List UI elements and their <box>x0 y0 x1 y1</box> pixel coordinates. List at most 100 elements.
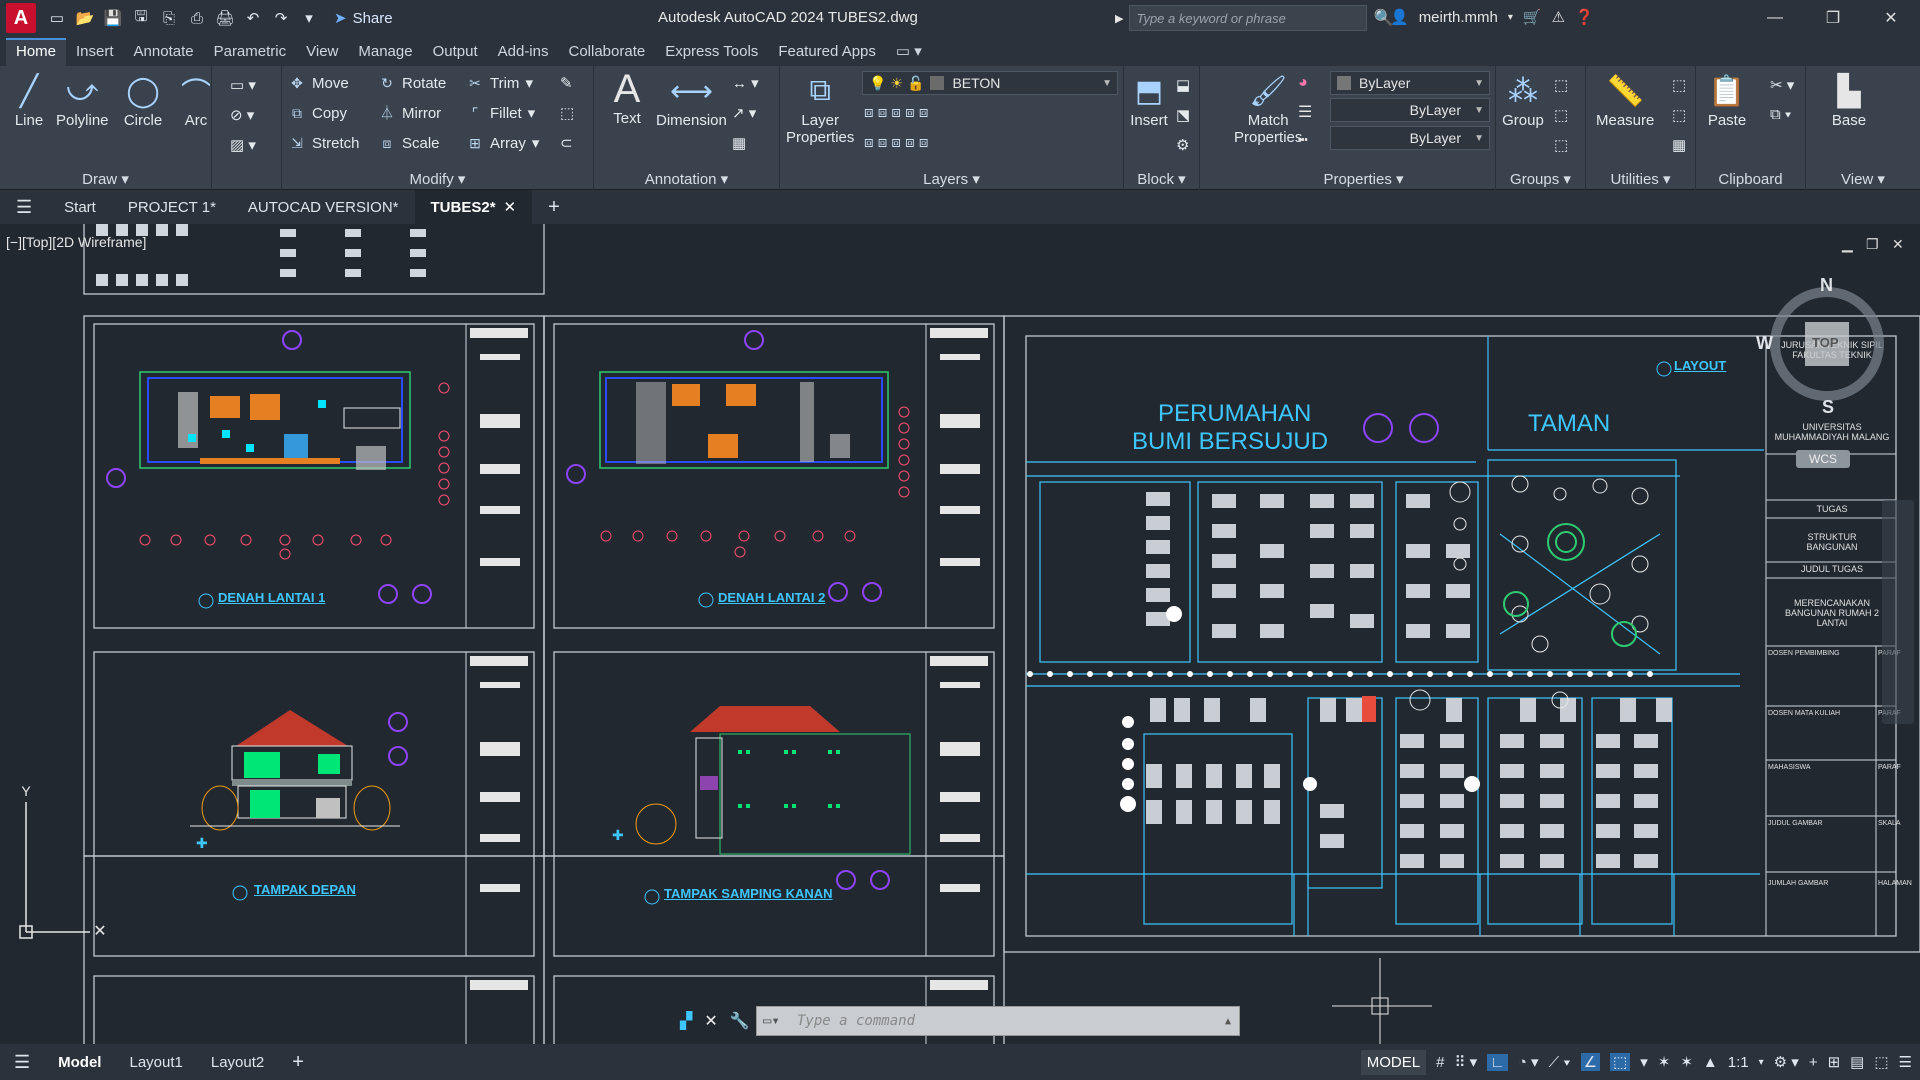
workspace-gear-icon[interactable]: ⚙ ▾ <box>1774 1053 1799 1071</box>
quick-properties-icon[interactable]: ▤ <box>1850 1053 1864 1071</box>
linear-dim-icon[interactable]: ↔ ▾ <box>732 74 759 92</box>
doc-tab-start[interactable]: Start <box>48 190 112 224</box>
isodraft-icon[interactable]: ⟋ ▾ <box>1549 1054 1571 1071</box>
base-button[interactable]: ▙ Base <box>1828 70 1870 130</box>
fillet-button[interactable]: ⌜ Fillet ▾ <box>466 104 535 123</box>
ribbon-tab-home[interactable]: Home <box>6 38 67 66</box>
clean-screen-icon[interactable]: ⬚ <box>1874 1053 1888 1071</box>
color-dropdown[interactable]: ByLayer ▼ <box>1330 71 1490 95</box>
group-button[interactable]: ⁂ Group <box>1502 70 1544 130</box>
create-block-icon[interactable]: ⬓ <box>1176 76 1190 94</box>
ribbon-tab-manage[interactable]: Manage <box>348 38 422 66</box>
stretch-button[interactable]: ⇲ Stretch <box>288 134 359 152</box>
new-file-icon[interactable]: ▭ <box>46 7 68 29</box>
ribbon-tab-featured-apps[interactable]: Featured Apps <box>768 38 886 66</box>
explode-icon[interactable]: ⬚ <box>560 104 574 122</box>
user-name[interactable]: meirth.mmh <box>1419 9 1498 26</box>
snap-icon[interactable]: ⠿ ▾ <box>1454 1053 1477 1071</box>
arc-button[interactable]: ⌒ Arc <box>180 70 212 129</box>
copy-clip-icon[interactable]: ⧉ ▾ <box>1770 106 1791 123</box>
utilities-panel-label[interactable]: Utilities ▾ <box>1586 170 1695 188</box>
tab-layout2[interactable]: Layout2 <box>197 1044 278 1080</box>
annotation-visibility-icon[interactable]: ✶ <box>1658 1053 1671 1071</box>
cube-face-top[interactable]: TOP <box>1812 335 1839 350</box>
ortho-icon[interactable]: ∟ <box>1487 1053 1508 1071</box>
close-tab-icon[interactable]: ✕ <box>504 198 517 216</box>
new-tab-icon[interactable]: + <box>532 190 576 224</box>
app-menu-button[interactable]: A <box>6 3 36 33</box>
cart-icon[interactable]: 🛒 <box>1523 8 1542 26</box>
command-expand-icon[interactable]: ▲ <box>1225 1016 1231 1027</box>
dimension-button[interactable]: ⟷ Dimension <box>656 70 727 130</box>
tab-model[interactable]: Model <box>44 1044 115 1080</box>
trim-button[interactable]: ✂ Trim ▾ <box>466 74 533 93</box>
leader-icon[interactable]: ↗ ▾ <box>732 104 756 122</box>
match-properties-button[interactable]: 🖌 Match Properties <box>1234 70 1302 147</box>
command-history-icon[interactable]: ▭▾ <box>763 1013 780 1029</box>
ribbon-tab-insert[interactable]: Insert <box>66 38 124 66</box>
open-web-icon[interactable]: ⎘ <box>158 7 180 29</box>
user-menu-chevron-icon[interactable]: ▾ <box>1508 12 1513 23</box>
minimize-icon[interactable]: — <box>1746 0 1804 36</box>
units-icon[interactable]: ⊞ <box>1828 1053 1841 1071</box>
linetype-dropdown[interactable]: ByLayer ▼ <box>1330 126 1490 150</box>
navigation-bar[interactable] <box>1882 500 1914 724</box>
annotation-scale-value[interactable]: 1:1 <box>1728 1054 1749 1071</box>
doc-tab-autocad-version[interactable]: AUTOCAD VERSION* <box>232 190 415 224</box>
customize-qat-icon[interactable]: ▾ <box>298 7 320 29</box>
lineweight-toggle-icon[interactable]: ▾ <box>1640 1053 1648 1071</box>
object-snap-tracking-icon[interactable]: ∠ <box>1580 1053 1601 1071</box>
chevron-down-icon[interactable]: ▾ <box>1759 1057 1764 1068</box>
properties-panel-label[interactable]: Properties ▾ <box>1232 170 1495 188</box>
insert-button[interactable]: ⬒ Insert <box>1128 70 1170 130</box>
edit-block-icon[interactable]: ⬔ <box>1176 106 1190 124</box>
quick-select-icon[interactable]: ⬚ <box>1672 76 1686 94</box>
clipboard-panel-label[interactable]: Clipboard <box>1696 171 1805 188</box>
copy-button[interactable]: ⧉ Copy <box>288 104 347 122</box>
save-icon[interactable]: 💾 <box>102 7 124 29</box>
grid-icon[interactable]: # <box>1436 1054 1444 1071</box>
ribbon-tab-express-tools[interactable]: Express Tools <box>655 38 768 66</box>
erase-icon[interactable]: ✎ <box>560 74 573 92</box>
save-as-icon[interactable]: 🖫 <box>130 7 152 29</box>
view-panel-label[interactable]: View ▾ <box>1806 170 1920 188</box>
add-icon[interactable]: + <box>1809 1054 1818 1071</box>
save-web-icon[interactable]: ⎙ <box>186 7 208 29</box>
auto-scale-icon[interactable]: ✶ <box>1680 1053 1693 1071</box>
search-input[interactable]: Type a keyword or phrase <box>1129 5 1368 31</box>
hatch-icon[interactable]: ⊘ ▾ <box>230 106 254 124</box>
help-icon[interactable]: ❓ <box>1575 8 1594 26</box>
block-panel-label[interactable]: Block ▾ <box>1124 170 1199 188</box>
ribbon-overflow-icon[interactable]: ▭ ▾ <box>886 38 932 66</box>
line-button[interactable]: ╱ Line <box>8 70 50 130</box>
annotation-scale-icon[interactable]: ▲ <box>1703 1054 1718 1071</box>
open-folder-icon[interactable]: 📂 <box>74 7 96 29</box>
group-select-icon[interactable]: ⬚ <box>1554 136 1568 154</box>
add-layout-icon[interactable]: + <box>278 1044 318 1080</box>
draw-panel-label[interactable]: Draw ▾ <box>0 170 211 188</box>
command-input[interactable]: ▭▾ Type a command ▲ <box>756 1006 1240 1036</box>
block-attr-icon[interactable]: ⚙ <box>1176 136 1189 154</box>
object-snap-icon[interactable]: ⬚ <box>1610 1053 1631 1071</box>
groups-panel-label[interactable]: Groups ▾ <box>1496 170 1585 188</box>
customization-icon[interactable]: ☰ <box>1899 1053 1912 1071</box>
measure-button[interactable]: 📏 Measure <box>1596 70 1654 130</box>
ribbon-tab-view[interactable]: View <box>296 38 348 66</box>
compass-west[interactable]: W <box>1756 333 1773 354</box>
tab-layout1[interactable]: Layout1 <box>115 1044 196 1080</box>
cut-icon[interactable]: ✂ ▾ <box>1770 76 1794 94</box>
close-command-icon[interactable]: ✕ <box>704 1011 717 1031</box>
modify-panel-label[interactable]: Modify ▾ <box>282 170 593 188</box>
ribbon-tab-annotate[interactable]: Annotate <box>124 38 204 66</box>
annotation-panel-label[interactable]: Annotation ▾ <box>594 170 779 188</box>
lineweight-dropdown[interactable]: ByLayer ▼ <box>1330 98 1490 122</box>
command-grip-icon[interactable]: ▞ <box>680 1011 692 1031</box>
ribbon-tab-add-ins[interactable]: Add-ins <box>488 38 559 66</box>
ribbon-tab-collaborate[interactable]: Collaborate <box>558 38 655 66</box>
offset-icon[interactable]: ⊂ <box>560 134 573 152</box>
undo-icon[interactable]: ↶ <box>242 7 264 29</box>
paste-button[interactable]: 📋 Paste <box>1706 70 1748 130</box>
polyline-button[interactable]: ⤻ Polyline <box>56 70 109 129</box>
gradient-icon[interactable]: ▨ ▾ <box>230 136 256 154</box>
mirror-button[interactable]: ⏃ Mirror <box>378 104 441 122</box>
